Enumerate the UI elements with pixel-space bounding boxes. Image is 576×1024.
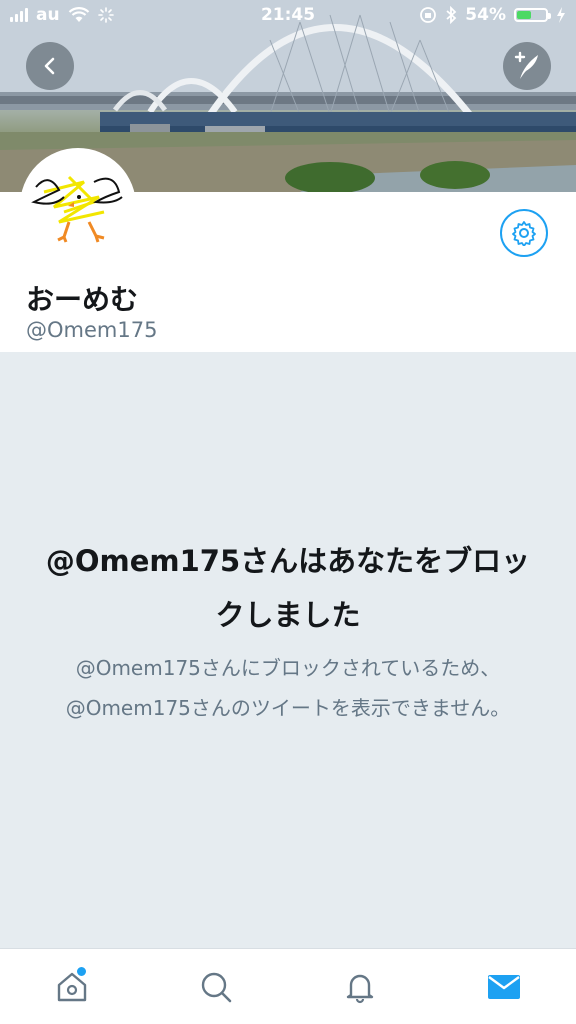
tab-search[interactable] — [196, 967, 236, 1007]
compose-tweet-icon — [514, 51, 538, 79]
orientation-lock-icon — [420, 7, 437, 23]
status-bar: au 21:45 54% — [0, 0, 576, 32]
chevron-left-icon — [44, 57, 55, 75]
bell-icon — [346, 974, 374, 1004]
blocked-notice-panel: @Omem175さんはあなたをブロックしました @Omem175さんにブロックさ… — [0, 352, 576, 948]
battery-percent: 54% — [465, 5, 506, 25]
charging-icon — [557, 7, 565, 23]
search-icon — [201, 972, 232, 1003]
back-button[interactable] — [26, 42, 74, 90]
settings-button[interactable] — [500, 209, 548, 257]
bluetooth-icon — [446, 6, 457, 24]
tab-home[interactable] — [52, 965, 92, 1007]
compose-tweet-button[interactable] — [503, 42, 551, 90]
avatar-chick-drawing — [24, 152, 132, 260]
tab-bar — [0, 948, 576, 1024]
avatar[interactable] — [20, 148, 136, 264]
tab-messages[interactable] — [484, 967, 524, 1007]
battery-icon — [514, 8, 551, 22]
envelope-icon — [488, 975, 520, 999]
tab-notifications[interactable] — [340, 967, 380, 1007]
blocked-title: @Omem175さんはあなたをブロックしました — [45, 544, 531, 632]
display-name: おーめむ — [26, 283, 139, 316]
home-badge-dot — [75, 965, 88, 978]
blocked-description: @Omem175さんにブロックされているため、@Omem175さんのツイートを表… — [65, 656, 511, 720]
gear-icon — [512, 221, 536, 246]
user-handle: @Omem175 — [26, 318, 158, 342]
